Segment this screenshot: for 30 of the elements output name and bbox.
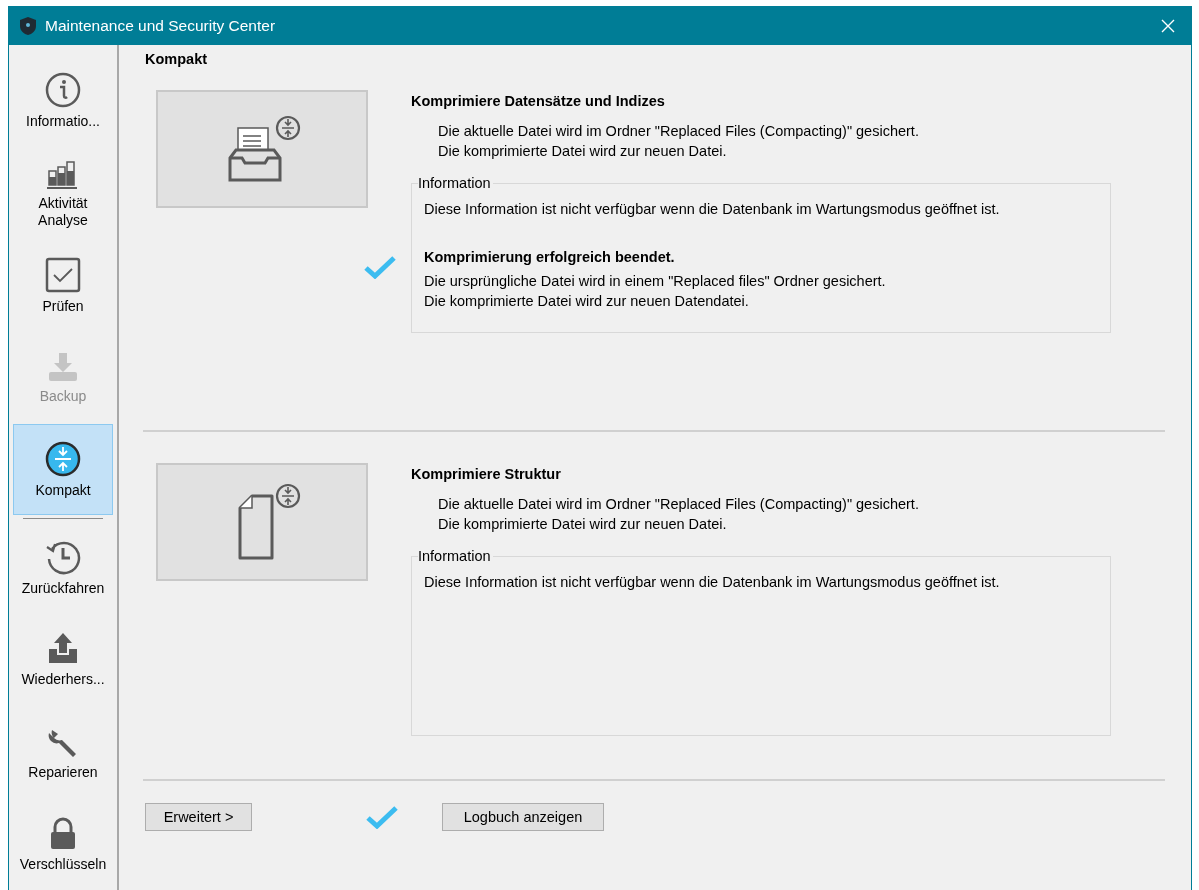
show-log-button[interactable]: Logbuch anzeigen (442, 803, 604, 831)
info-text: Diese Information ist nicht verfügbar wenn die Datenbank im Wartungsmodus geöffnet ist. (424, 201, 1001, 217)
sidebar-item[interactable]: Prüfen (13, 239, 113, 331)
shield-icon (19, 16, 37, 36)
window-title: Maintenance und Security Center (45, 17, 277, 35)
description-text: Die aktuelle Datei wird im Ordner "Replaced Files (Compacting)" gesichert. (438, 495, 920, 514)
close-icon (1161, 19, 1175, 33)
sidebar-item[interactable]: Kompakt (13, 423, 113, 516)
result-text: Die komprimierte Datei wird zur neuen Datendatei. (424, 292, 750, 311)
sidebar-item[interactable]: Zurückfahren (13, 522, 113, 614)
info-icon (44, 71, 82, 110)
advanced-button[interactable]: Erweitert > (145, 803, 252, 831)
sidebar-item[interactable]: Verschlüsseln (13, 798, 113, 890)
section-title: Komprimiere Datensätze und Indizes (411, 92, 666, 109)
group-label: Information (418, 548, 492, 564)
checkbox-icon (44, 255, 82, 294)
result-title: Komprimierung erfolgreich beendet. (424, 249, 676, 265)
info-text: Diese Information ist nicht verfügbar wenn die Datenbank im Wartungsmodus geöffnet ist. (424, 574, 1001, 590)
sidebar-item[interactable]: Aktivität Analyse (13, 147, 113, 239)
compress-icon (44, 440, 82, 478)
section-title: Komprimiere Struktur (411, 465, 562, 482)
sidebar-item[interactable]: Reparieren (13, 706, 113, 798)
description-text: Die aktuelle Datei wird im Ordner "Replaced Files (Compacting)" gesichert. (438, 122, 920, 141)
sidebar-item[interactable]: Wiederhers... (13, 614, 113, 706)
description-text: Die komprimierte Datei wird zur neuen Datei. (438, 515, 728, 534)
sidebar-item[interactable]: Informatio... (13, 55, 113, 147)
group-label: Information (418, 175, 492, 191)
description-text: Die komprimierte Datei wird zur neuen Datei. (438, 142, 728, 161)
page-title: Kompakt (144, 50, 209, 69)
result-text: Die ursprüngliche Datei wird in einem "Replaced files" Ordner gesichert. (424, 272, 887, 291)
